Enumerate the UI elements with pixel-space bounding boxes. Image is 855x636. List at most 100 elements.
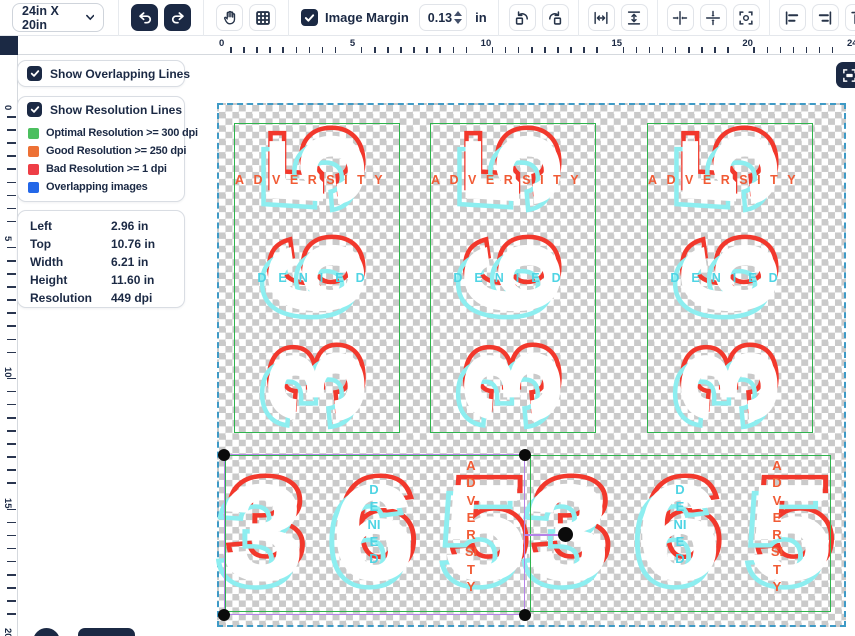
- show-overlapping-lines-label: Show Overlapping Lines: [50, 67, 190, 81]
- legend-label: Optimal Resolution >= 300 dpi: [46, 127, 198, 139]
- rotate-ccw-icon: [513, 9, 531, 27]
- stepper-up-icon: [454, 11, 462, 16]
- property-row-left: Left 2.96 in: [18, 217, 184, 235]
- bottom-left-round-button[interactable]: [33, 628, 60, 636]
- property-row-width: Width 6.21 in: [18, 253, 184, 271]
- resize-handle-top-left[interactable]: [218, 449, 230, 461]
- adversity-text: ADVERSITY: [648, 173, 805, 187]
- show-resolution-lines-checkbox[interactable]: [27, 102, 42, 117]
- rotate-cw-button[interactable]: [542, 4, 569, 31]
- optimal-color-swatch: [28, 128, 39, 139]
- property-label: Resolution: [30, 291, 111, 305]
- property-row-top: Top 10.76 in: [18, 235, 184, 253]
- denied-text: DENIED: [234, 271, 400, 285]
- legend-bad: Bad Resolution >= 1 dpi: [18, 160, 184, 178]
- rotation-handle[interactable]: [558, 527, 573, 542]
- undo-icon: [136, 9, 154, 27]
- image-margin-label: Image Margin: [325, 10, 409, 25]
- show-overlapping-lines-checkbox[interactable]: [27, 66, 42, 81]
- undo-button[interactable]: [131, 4, 158, 31]
- divider: [288, 0, 289, 36]
- bad-color-swatch: [28, 164, 39, 175]
- redo-icon: [169, 9, 187, 27]
- image-margin-value: 0.13: [428, 11, 452, 25]
- height-arrows-icon: [625, 9, 643, 27]
- sheet-size-label: 24in X 20in: [22, 4, 78, 32]
- center-vertical-button[interactable]: [700, 4, 727, 31]
- selection-rect: [224, 454, 525, 615]
- denied-text: DENIED: [647, 271, 813, 285]
- image-margin-input[interactable]: 0.13: [419, 4, 467, 31]
- resolution-lines-card: Show Resolution Lines Optimal Resolution…: [17, 96, 185, 202]
- image-margin-unit: in: [475, 10, 487, 25]
- hand-icon: [221, 9, 239, 27]
- grid-toggle-button[interactable]: [249, 4, 276, 31]
- property-value: 6.21 in: [111, 255, 148, 269]
- property-value: 449 dpi: [111, 291, 152, 305]
- rotate-cw-icon: [546, 9, 564, 27]
- ruler-left: 05101520: [0, 55, 18, 636]
- image-margin-stepper[interactable]: [452, 11, 466, 24]
- align-right-button[interactable]: [812, 4, 839, 31]
- fit-to-screen-button[interactable]: [836, 62, 855, 88]
- pan-tool-button[interactable]: [216, 4, 243, 31]
- overlap-color-swatch: [28, 182, 39, 193]
- property-value: 10.76 in: [111, 237, 155, 251]
- align-left-icon: [783, 9, 801, 27]
- adversity-text: ADVERSITY: [431, 173, 588, 187]
- grid-icon: [254, 9, 272, 27]
- checkmark-icon: [304, 13, 315, 23]
- divider: [657, 0, 658, 36]
- toolbar: 24in X 20in Image Margin 0.13 in: [0, 0, 855, 36]
- legend-overlap: Overlapping images: [18, 178, 184, 196]
- align-left-button[interactable]: [779, 4, 806, 31]
- center-horizontal-icon: [671, 9, 689, 27]
- legend-label: Good Resolution >= 250 dpi: [46, 145, 186, 157]
- adversity-text: ADVERSITY: [235, 173, 392, 187]
- good-color-swatch: [28, 146, 39, 157]
- chevron-down-icon: [86, 14, 95, 21]
- checkmark-icon: [30, 69, 40, 78]
- selection-properties-card: Left 2.96 in Top 10.76 in Width 6.21 in …: [17, 210, 185, 308]
- resize-handle-top-right[interactable]: [519, 449, 531, 461]
- resize-handle-bottom-right[interactable]: [519, 609, 531, 621]
- resize-handle-bottom-left[interactable]: [218, 609, 230, 621]
- divider: [118, 0, 119, 36]
- denied-text-vertical: DENIED: [672, 481, 688, 567]
- divider: [498, 0, 499, 36]
- property-label: Height: [30, 273, 111, 287]
- ruler-top: 0510152024: [0, 36, 855, 55]
- stepper-down-icon: [454, 19, 462, 24]
- legend-good: Good Resolution >= 250 dpi: [18, 142, 184, 160]
- divider: [578, 0, 579, 36]
- align-top-icon: [849, 9, 855, 27]
- property-row-height: Height 11.60 in: [18, 271, 184, 289]
- property-label: Top: [30, 237, 111, 251]
- rotate-ccw-button[interactable]: [509, 4, 536, 31]
- ruler-corner: [0, 36, 18, 55]
- bottom-left-pill-button[interactable]: [78, 628, 135, 636]
- legend-label: Bad Resolution >= 1 dpi: [46, 163, 167, 175]
- show-resolution-lines-label: Show Resolution Lines: [50, 103, 182, 117]
- match-height-button[interactable]: [621, 4, 648, 31]
- gang-sheet-editor: 24in X 20in Image Margin 0.13 in: [0, 0, 855, 636]
- denied-text: DENIED: [430, 271, 596, 285]
- property-row-resolution: Resolution 449 dpi: [18, 289, 184, 307]
- center-vertical-icon: [704, 9, 722, 27]
- property-label: Width: [30, 255, 111, 269]
- sheet-size-selector[interactable]: 24in X 20in: [12, 3, 104, 32]
- align-right-icon: [816, 9, 834, 27]
- redo-button[interactable]: [164, 4, 191, 31]
- focus-center-icon: [737, 9, 755, 27]
- checkmark-icon: [30, 105, 40, 114]
- center-on-sheet-button[interactable]: [733, 4, 760, 31]
- match-width-button[interactable]: [588, 4, 615, 31]
- legend-optimal: Optimal Resolution >= 300 dpi: [18, 124, 184, 142]
- overlapping-lines-card: Show Overlapping Lines: [17, 60, 185, 87]
- image-margin-checkbox[interactable]: [301, 9, 318, 26]
- property-value: 11.60 in: [111, 273, 154, 287]
- property-value: 2.96 in: [111, 219, 148, 233]
- center-horizontal-button[interactable]: [667, 4, 694, 31]
- align-top-button[interactable]: [845, 4, 855, 31]
- legend-label: Overlapping images: [46, 181, 148, 193]
